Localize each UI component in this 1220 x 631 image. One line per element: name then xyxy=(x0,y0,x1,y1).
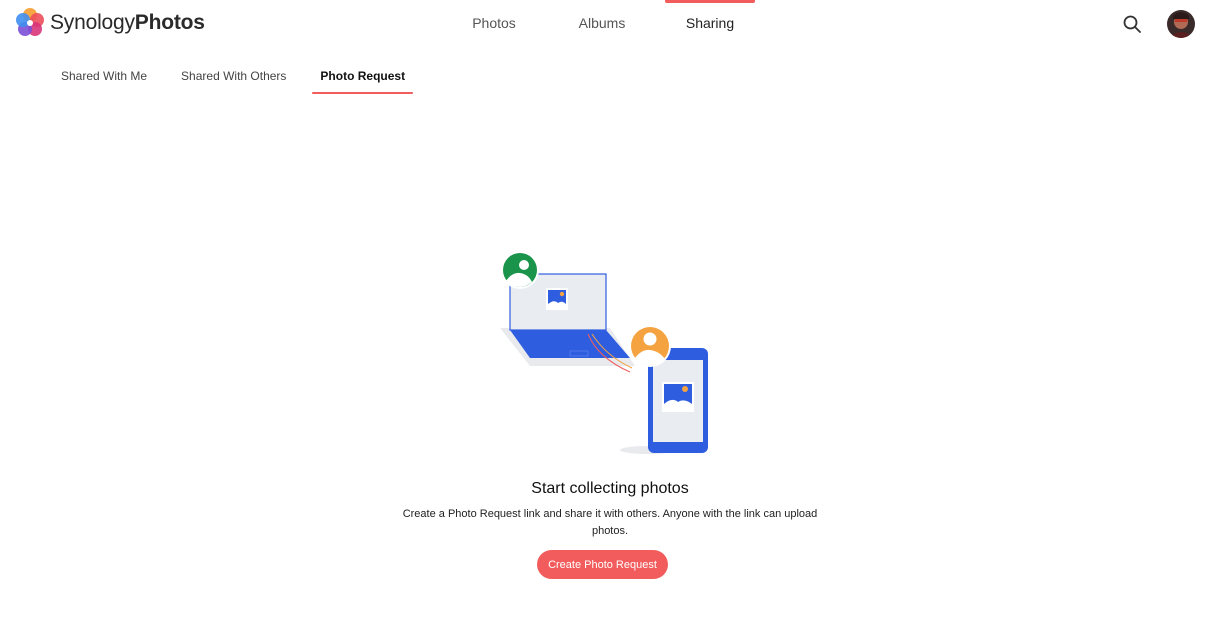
tab-albums[interactable]: Albums xyxy=(548,0,656,46)
subtab-shared-with-others[interactable]: Shared With Others xyxy=(164,58,303,94)
empty-state-illustration xyxy=(490,248,720,458)
sharing-sub-nav: Shared With Me Shared With Others Photo … xyxy=(44,58,422,94)
avatar[interactable] xyxy=(1167,10,1195,38)
empty-state-title: Start collecting photos xyxy=(531,480,689,497)
subtab-shared-with-me[interactable]: Shared With Me xyxy=(44,58,164,94)
tab-sharing[interactable]: Sharing xyxy=(656,0,764,46)
top-bar: SynologyPhotos Photos Albums Sharing xyxy=(0,0,1220,46)
synology-photos-logo-icon xyxy=(16,8,44,36)
user-avatar-icon xyxy=(1167,10,1195,38)
search-icon xyxy=(1123,15,1141,33)
search-button[interactable] xyxy=(1120,12,1144,36)
create-photo-request-button[interactable]: Create Photo Request xyxy=(537,550,668,579)
app-logo[interactable]: SynologyPhotos xyxy=(14,7,205,39)
main-nav: Photos Albums Sharing xyxy=(440,0,764,46)
empty-state-description: Create a Photo Request link and share it… xyxy=(402,508,818,537)
photo-request-illustration xyxy=(500,251,708,454)
subtab-photo-request[interactable]: Photo Request xyxy=(303,58,422,94)
app-title: SynologyPhotos xyxy=(50,11,205,34)
tab-photos[interactable]: Photos xyxy=(440,0,548,46)
